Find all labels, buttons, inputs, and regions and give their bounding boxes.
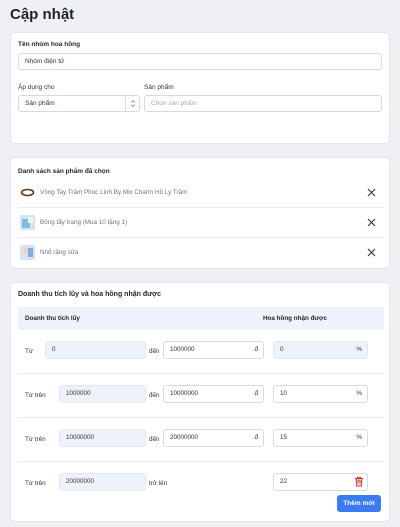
revenue-column-header: Doanh thu tích lũy	[25, 315, 80, 322]
updown-chevron-icon	[125, 96, 139, 111]
to-label: đến	[149, 348, 160, 355]
apply-for-select[interactable]: Sản phẩm	[18, 95, 140, 112]
from-amount-input[interactable]: 1000000	[59, 385, 146, 403]
selected-products-heading: Danh sách sản phẩm đã chọn	[18, 168, 110, 175]
rate-input[interactable]: 15 %	[273, 429, 368, 447]
product-select[interactable]: Chọn sản phẩm	[144, 95, 382, 112]
rate-value: 0	[280, 346, 284, 353]
rate-input[interactable]: 10 %	[273, 385, 368, 403]
from-label: Từ trên	[25, 392, 46, 399]
group-name-label: Tên nhóm hoa hồng	[18, 41, 81, 48]
apply-for-value: Sản phẩm	[25, 100, 55, 107]
list-item: Vòng Tay Trầm Phúc Linh By Mix Charm Hồ …	[18, 179, 384, 208]
list-item: Nhổ răng sữa	[18, 239, 384, 268]
commission-card: Doanh thu tích lũy và hoa hồng nhận được…	[10, 282, 390, 522]
table-row: Từ trên 1000000 đến 10000000 đ 10 %	[18, 374, 384, 418]
currency-unit: đ	[254, 390, 258, 397]
group-info-card: Tên nhóm hoa hồng Nhóm điện tử Áp dụng c…	[10, 32, 390, 144]
from-amount-input[interactable]: 20000000	[59, 473, 146, 491]
group-name-input[interactable]: Nhóm điện tử	[18, 53, 382, 70]
table-row: Từ 0 đến 1000000 đ 0 %	[18, 330, 384, 374]
product-name: Nhổ răng sữa	[40, 249, 79, 256]
to-amount-value: 10000000	[170, 390, 199, 397]
percent-unit: %	[356, 390, 362, 397]
selected-products-card: Danh sách sản phẩm đã chọn Vòng Tay Trầm…	[10, 157, 390, 269]
close-icon[interactable]	[366, 247, 377, 258]
to-label: đến	[149, 436, 160, 443]
close-icon[interactable]	[366, 187, 377, 198]
to-amount-input[interactable]: 20000000 đ	[163, 429, 264, 447]
from-label: Từ	[25, 348, 34, 355]
product-name: Bông tẩy trang (Mua 10 tặng 1)	[40, 219, 128, 226]
close-icon[interactable]	[366, 217, 377, 228]
percent-unit: %	[356, 434, 362, 441]
and-above-label: trở lên	[149, 480, 168, 487]
to-amount-value: 20000000	[170, 434, 199, 441]
from-label: Từ trên	[25, 480, 46, 487]
page-title: Cập nhật	[10, 6, 75, 23]
bracelet-thumbnail	[20, 185, 35, 200]
to-amount-input[interactable]: 1000000 đ	[163, 341, 264, 359]
apply-for-label: Áp dụng cho	[18, 84, 55, 91]
list-item: Bông tẩy trang (Mua 10 tặng 1)	[18, 209, 384, 238]
table-row: Từ trên 10000000 đến 20000000 đ 15 %	[18, 418, 384, 462]
to-amount-input[interactable]: 10000000 đ	[163, 385, 264, 403]
commission-column-header: Hoa hồng nhận được	[263, 315, 327, 322]
commission-heading: Doanh thu tích lũy và hoa hồng nhận được	[18, 291, 162, 298]
rate-input[interactable]: 0 %	[273, 341, 368, 359]
from-amount-input[interactable]: 10000000	[59, 429, 146, 447]
rate-value: 10	[280, 390, 288, 397]
currency-unit: đ	[254, 434, 258, 441]
table-header: Doanh thu tích lũy Hoa hồng nhận được	[18, 307, 384, 330]
rate-value: 22	[280, 478, 288, 485]
currency-unit: đ	[254, 346, 258, 353]
product-label: Sản phẩm	[144, 84, 174, 91]
cotton-pad-thumbnail	[20, 215, 35, 230]
table-row: Từ trên 20000000 trở lên 22 %	[18, 462, 384, 506]
add-new-button[interactable]: Thêm mới	[337, 495, 381, 512]
from-label: Từ trên	[25, 436, 46, 443]
trash-icon[interactable]	[354, 476, 364, 487]
to-label: đến	[149, 392, 160, 399]
from-amount-input[interactable]: 0	[45, 341, 146, 359]
product-name: Vòng Tay Trầm Phúc Linh By Mix Charm Hồ …	[40, 189, 188, 196]
percent-unit: %	[356, 346, 362, 353]
to-amount-value: 1000000	[170, 346, 195, 353]
rate-value: 15	[280, 434, 288, 441]
dental-thumbnail	[20, 245, 35, 260]
